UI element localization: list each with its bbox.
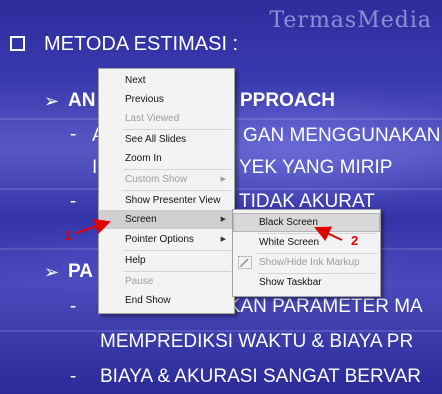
annotation-arrow-1 bbox=[75, 218, 111, 235]
annotation-step-1: 1 bbox=[64, 228, 72, 243]
annotation-arrow-2 bbox=[314, 226, 343, 242]
annotation-layer bbox=[75, 218, 343, 242]
annotation-step-2: 2 bbox=[351, 233, 359, 248]
